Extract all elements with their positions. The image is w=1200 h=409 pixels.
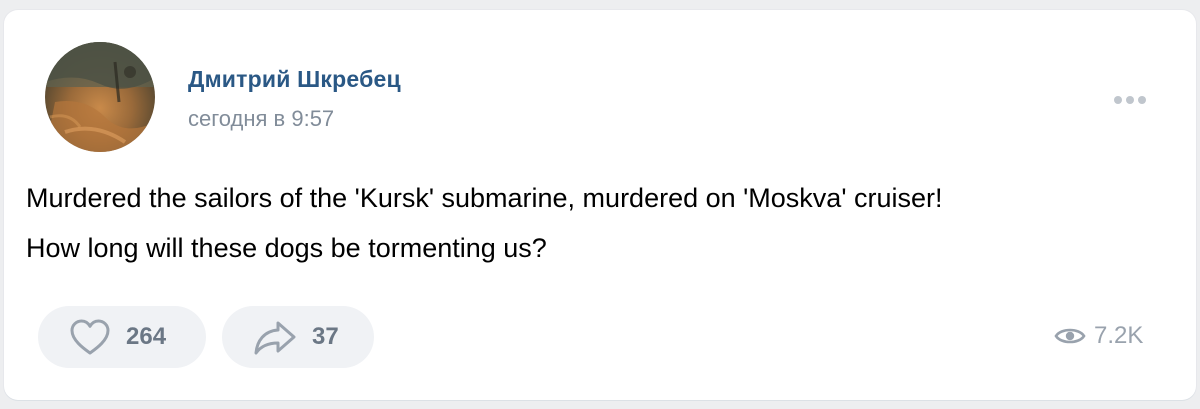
dot — [1114, 96, 1122, 104]
post-date[interactable]: сегодня в 9:57 — [188, 106, 334, 132]
post-text-line: Murdered the sailors of the 'Kursk' subm… — [26, 183, 943, 213]
views-count: 7.2K — [1094, 322, 1144, 349]
post-text-line: How long will these dogs be tormenting u… — [26, 233, 547, 263]
more-dots-icon[interactable] — [1106, 90, 1154, 110]
dot — [1126, 96, 1134, 104]
share-button[interactable]: 37 — [222, 306, 374, 368]
views-counter: 7.2K — [1054, 322, 1143, 350]
share-count: 37 — [312, 323, 339, 350]
like-count: 264 — [126, 323, 167, 350]
author-name[interactable]: Дмитрий Шкребец — [188, 66, 401, 93]
avatar[interactable] — [45, 42, 155, 152]
heart-icon — [70, 319, 110, 355]
dot — [1138, 96, 1146, 104]
post-text: Murdered the sailors of the 'Kursk' subm… — [26, 173, 1186, 273]
share-arrow-icon — [254, 321, 296, 355]
eye-icon — [1054, 328, 1086, 344]
post-card: Дмитрий Шкребец сегодня в 9:57 Murdered … — [4, 10, 1196, 400]
like-button[interactable]: 264 — [38, 306, 206, 368]
